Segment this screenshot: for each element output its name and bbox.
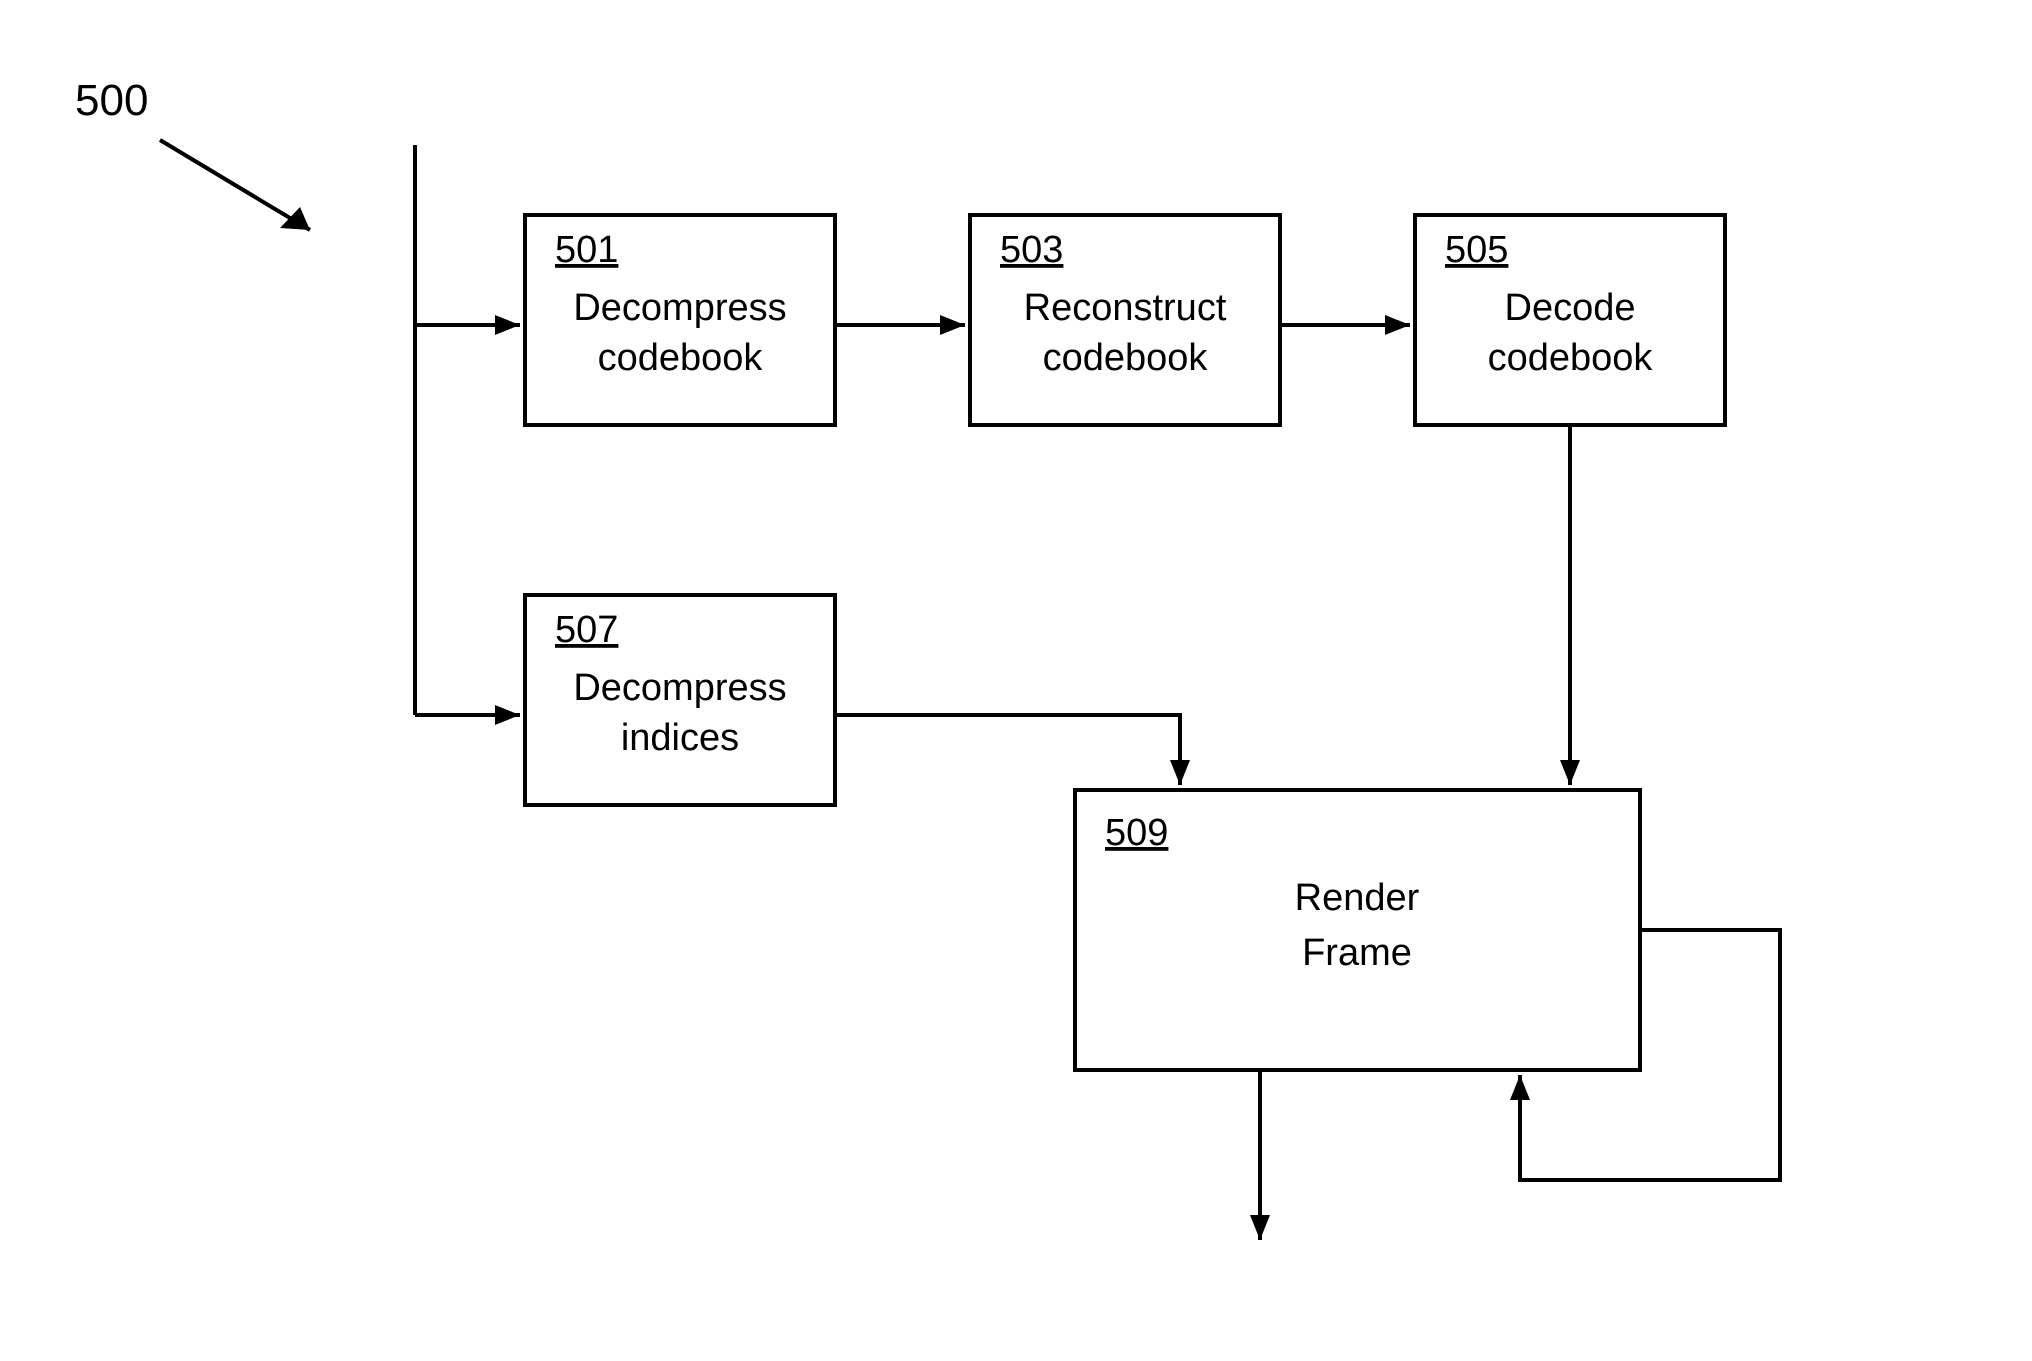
edge-509-loop-head bbox=[1510, 1075, 1530, 1100]
block-509-line1: Render bbox=[1295, 877, 1420, 919]
block-505-num: 505 bbox=[1445, 229, 1508, 271]
block-503-num: 503 bbox=[1000, 229, 1063, 271]
block-501: 501 Decompress codebook bbox=[525, 215, 835, 425]
edge-505-509-head bbox=[1560, 760, 1580, 785]
edge-503-505-head bbox=[1385, 315, 1410, 335]
block-505: 505 Decode codebook bbox=[1415, 215, 1725, 425]
ref-pointer bbox=[160, 140, 310, 230]
block-501-num: 501 bbox=[555, 229, 618, 271]
block-505-line1: Decode bbox=[1505, 287, 1636, 329]
block-503-line2: codebook bbox=[1043, 337, 1209, 379]
block-507-line1: Decompress bbox=[573, 667, 786, 709]
block-503: 503 Reconstruct codebook bbox=[970, 215, 1280, 425]
diagram-ref-label: 500 bbox=[75, 76, 148, 125]
block-509: 509 Render Frame bbox=[1075, 790, 1640, 1070]
block-507: 507 Decompress indices bbox=[525, 595, 835, 805]
block-509-num: 509 bbox=[1105, 812, 1168, 854]
process-flow-diagram: 500 501 Decompress codebook 503 Reconstr… bbox=[0, 0, 2032, 1361]
block-507-num: 507 bbox=[555, 609, 618, 651]
edge-501-503-head bbox=[940, 315, 965, 335]
block-501-line2: codebook bbox=[598, 337, 764, 379]
ref-pointer-head bbox=[280, 207, 310, 230]
block-505-line2: codebook bbox=[1488, 337, 1654, 379]
block-509-line2: Frame bbox=[1302, 932, 1412, 974]
edge-507-509 bbox=[835, 715, 1180, 785]
edge-507-509-head bbox=[1170, 760, 1190, 785]
block-507-line2: indices bbox=[621, 717, 739, 759]
block-501-line1: Decompress bbox=[573, 287, 786, 329]
edge-509-out-head bbox=[1250, 1215, 1270, 1240]
edge-trunk-501-head bbox=[495, 315, 520, 335]
block-503-line1: Reconstruct bbox=[1024, 287, 1227, 329]
edge-trunk-507-head bbox=[495, 705, 520, 725]
